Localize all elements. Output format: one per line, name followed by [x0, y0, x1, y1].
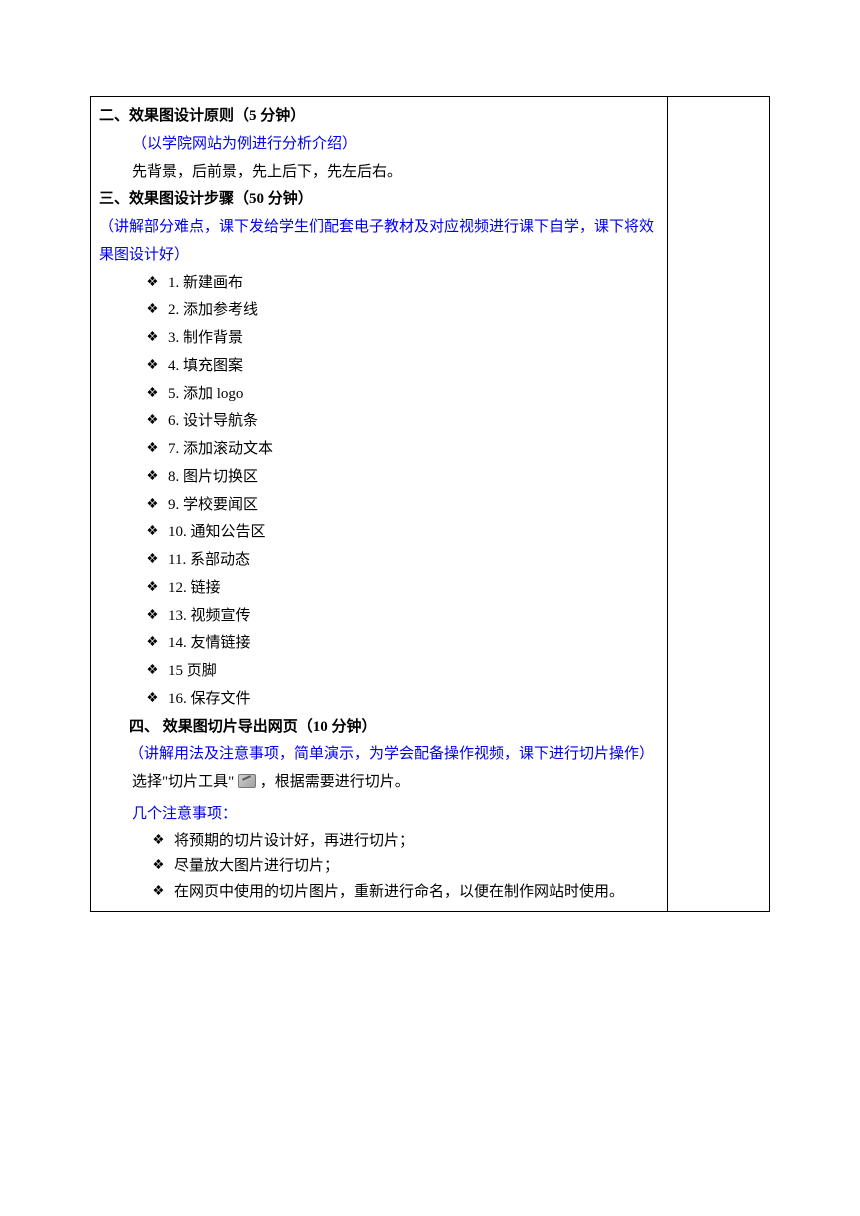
section-2-body: 先背景，后前景，先上后下，先左后右。 — [99, 159, 659, 187]
section-4-body-post: ，根据需要进行切片。 — [260, 774, 410, 790]
list-item: 14. 友情链接 — [168, 630, 659, 658]
list-item: 5. 添加 logo — [168, 381, 659, 409]
section-4-notice-heading: 几个注意事项： — [99, 801, 659, 829]
list-item: 15 页脚 — [168, 658, 659, 686]
section-4-title: 四、 效果图切片导出网页（10 分钟） — [99, 714, 659, 742]
list-item: 12. 链接 — [168, 575, 659, 603]
list-item: 13. 视频宣传 — [168, 603, 659, 631]
list-item: 3. 制作背景 — [168, 325, 659, 353]
list-item: 6. 设计导航条 — [168, 408, 659, 436]
section-3-title: 三、效果图设计步骤（50 分钟） — [99, 186, 659, 214]
list-item: 9. 学校要闻区 — [168, 492, 659, 520]
list-item: 在网页中使用的切片图片，重新进行命名，以便在制作网站时使用。 — [174, 880, 659, 906]
document-table: 二、效果图设计原则（5 分钟） （以学院网站为例进行分析介绍） 先背景，后前景，… — [90, 96, 770, 912]
slice-tool-icon — [238, 774, 256, 788]
section-4-note: （讲解用法及注意事项，简单演示，为学会配备操作视频，课下进行切片操作） — [99, 741, 659, 769]
section-3-note: （讲解部分难点，课下发给学生们配套电子教材及对应视频进行课下自学，课下将效果图设… — [99, 214, 659, 270]
list-item: 尽量放大图片进行切片； — [174, 854, 659, 880]
list-item: 7. 添加滚动文本 — [168, 436, 659, 464]
section-2-title: 二、效果图设计原则（5 分钟） — [99, 103, 659, 131]
section-4-body: 选择"切片工具" ，根据需要进行切片。 — [99, 769, 659, 797]
list-item: 16. 保存文件 — [168, 686, 659, 714]
list-item: 8. 图片切换区 — [168, 464, 659, 492]
section-3-steps-list: 1. 新建画布 2. 添加参考线 3. 制作背景 4. 填充图案 5. 添加 l… — [99, 270, 659, 714]
side-empty-cell — [668, 97, 770, 912]
list-item: 2. 添加参考线 — [168, 297, 659, 325]
list-item: 11. 系部动态 — [168, 547, 659, 575]
main-content-cell: 二、效果图设计原则（5 分钟） （以学院网站为例进行分析介绍） 先背景，后前景，… — [91, 97, 668, 912]
list-item: 1. 新建画布 — [168, 270, 659, 298]
section-4-body-pre: 选择"切片工具" — [132, 774, 234, 790]
list-item: 4. 填充图案 — [168, 353, 659, 381]
list-item: 将预期的切片设计好，再进行切片； — [174, 829, 659, 855]
list-item: 10. 通知公告区 — [168, 519, 659, 547]
section-4-notice-list: 将预期的切片设计好，再进行切片； 尽量放大图片进行切片； 在网页中使用的切片图片… — [99, 829, 659, 906]
section-2-note: （以学院网站为例进行分析介绍） — [99, 131, 659, 159]
